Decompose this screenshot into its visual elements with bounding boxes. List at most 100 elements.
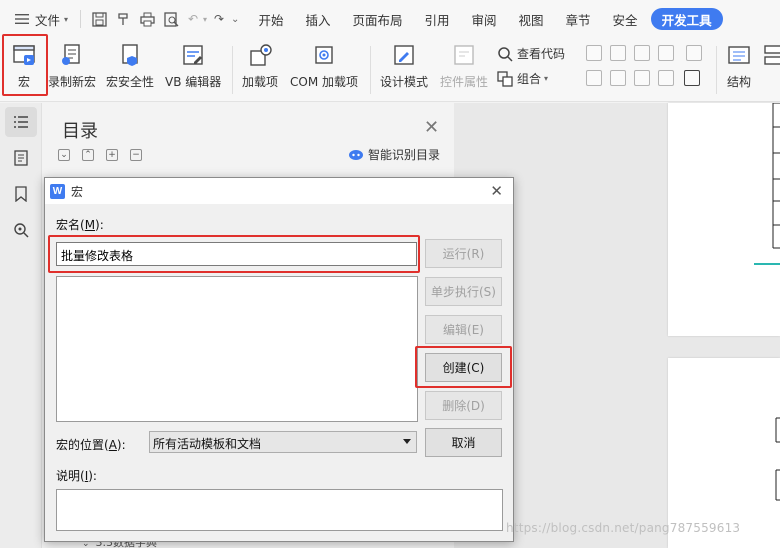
tab-references[interactable]: 引用 <box>413 5 460 33</box>
macro-security-icon <box>117 42 143 68</box>
design-mode-icon <box>391 42 417 68</box>
ribbon-overflow-button[interactable] <box>760 42 780 73</box>
toc-title: 目录 <box>62 121 98 142</box>
macro-name-highlight-box <box>48 235 420 273</box>
control-text-icon[interactable] <box>586 45 602 61</box>
bookmark-icon <box>15 186 27 202</box>
document-table <box>775 417 780 501</box>
com-addin-icon <box>311 42 337 68</box>
smart-recognize-icon <box>349 149 363 160</box>
control-richtext-icon[interactable] <box>610 45 626 61</box>
structure-icon <box>726 42 752 68</box>
redo-icon[interactable]: ↷ <box>211 11 227 27</box>
control-properties-button[interactable]: 控件属性 <box>440 42 488 90</box>
addin-icon <box>247 42 273 68</box>
cancel-button[interactable]: 取消 <box>425 428 502 457</box>
file-menu-label: 文件 <box>35 12 61 28</box>
description-textbox[interactable] <box>56 489 503 531</box>
macro-dialog: W 宏 ✕ 宏名(M): 批量修改表格 运行(R) 单步执行(S) 编辑(E) … <box>44 177 514 542</box>
undo-icon[interactable]: ↶ <box>185 11 201 27</box>
list-icon <box>14 116 28 128</box>
wps-logo-icon: W <box>50 183 65 199</box>
remove-level-icon[interactable]: − <box>130 149 142 161</box>
chevron-down-icon: ▾ <box>64 14 69 24</box>
tab-security[interactable]: 安全 <box>602 5 649 33</box>
macro-name-label: 宏名(M): <box>56 218 104 232</box>
print-icon[interactable] <box>139 11 155 27</box>
save-icon[interactable] <box>91 11 107 27</box>
tab-view[interactable]: 视图 <box>508 5 555 33</box>
edit-button[interactable]: 编辑(E) <box>425 315 502 344</box>
document-icon <box>14 150 28 166</box>
vb-editor-button[interactable]: VB 编辑器 <box>165 42 221 90</box>
ribbon-separator <box>370 46 371 94</box>
control-combo-icon[interactable] <box>610 70 626 86</box>
record-macro-button[interactable]: 录制新宏 <box>48 42 96 90</box>
document-nav-button[interactable] <box>5 143 37 173</box>
document-table <box>754 103 780 265</box>
print-preview-icon[interactable] <box>163 11 179 27</box>
document-page <box>668 103 780 336</box>
tab-developer[interactable]: 开发工具 <box>650 8 723 30</box>
control-mail-icon[interactable] <box>686 45 702 61</box>
collapse-all-icon[interactable]: ⌄ <box>58 149 70 161</box>
control-check-icon[interactable] <box>658 45 674 61</box>
step-into-button[interactable]: 单步执行(S) <box>425 277 502 306</box>
vb-editor-icon <box>180 42 206 68</box>
tab-page-layout[interactable]: 页面布局 <box>341 5 413 33</box>
design-mode-button[interactable]: 设计模式 <box>380 42 428 90</box>
bookmark-nav-button[interactable] <box>5 179 37 209</box>
macro-highlight-box <box>2 34 48 96</box>
tab-review[interactable]: 审阅 <box>461 5 508 33</box>
structure-label: 结构 <box>726 75 751 89</box>
control-dropdown-icon[interactable] <box>684 70 700 86</box>
view-code-label: 查看代码 <box>517 47 566 61</box>
dialog-title: 宏 <box>71 184 84 199</box>
view-code-button[interactable]: 查看代码 <box>497 45 565 62</box>
separator <box>80 10 82 28</box>
find-nav-button[interactable] <box>5 215 37 245</box>
watermark-text: https://blog.csdn.net/pang787559613 <box>506 521 741 535</box>
description-label: 说明(I): <box>56 469 97 483</box>
combine-button[interactable]: 组合 ▾ <box>497 70 548 87</box>
tab-insert[interactable]: 插入 <box>294 5 341 33</box>
control-date-icon[interactable] <box>634 70 650 86</box>
delete-button[interactable]: 删除(D) <box>425 391 502 420</box>
file-menu[interactable]: 文件 ▾ <box>8 5 74 33</box>
tab-start[interactable]: 开始 <box>247 5 294 33</box>
vb-editor-label: VB 编辑器 <box>165 75 222 89</box>
schema-icon <box>760 42 780 68</box>
macro-location-select[interactable]: 所有活动模板和文档 <box>149 431 417 453</box>
dialog-titlebar: W 宏 ✕ <box>45 178 513 204</box>
chevron-down-icon: ⌄ <box>231 13 240 25</box>
control-list-icon[interactable] <box>586 70 602 86</box>
combine-icon <box>497 70 513 87</box>
smart-recognize-button[interactable]: 智能识别目录 <box>348 146 440 163</box>
structure-button[interactable]: 结构 <box>726 42 752 90</box>
run-button[interactable]: 运行(R) <box>425 239 502 268</box>
macro-list[interactable] <box>56 276 418 422</box>
macro-security-button[interactable]: 宏安全性 <box>106 42 154 90</box>
chevron-down-icon: ▾ <box>203 14 208 24</box>
combine-label: 组合 <box>517 72 542 86</box>
com-addin-label: COM 加载项 <box>290 75 358 89</box>
toc-nav-button[interactable] <box>5 107 37 137</box>
addin-button[interactable]: 加载项 <box>242 42 278 90</box>
dialog-body: 宏名(M): 批量修改表格 运行(R) 单步执行(S) 编辑(E) 创建(C) … <box>45 204 513 541</box>
control-grid-icon[interactable] <box>658 70 674 86</box>
close-icon[interactable]: ✕ <box>424 117 439 138</box>
add-level-icon[interactable]: + <box>106 149 118 161</box>
document-page <box>668 358 780 548</box>
smart-recognize-label: 智能识别目录 <box>368 148 441 162</box>
tab-section[interactable]: 章节 <box>555 5 602 33</box>
design-mode-label: 设计模式 <box>380 75 429 89</box>
format-painter-icon[interactable] <box>115 11 131 27</box>
ribbon-separator <box>232 46 233 94</box>
close-icon[interactable]: ✕ <box>490 182 503 200</box>
chevron-down-icon: ▾ <box>544 74 549 83</box>
ribbon-separator <box>716 46 717 94</box>
control-image-icon[interactable] <box>634 45 650 61</box>
expand-all-icon[interactable]: ⌃ <box>82 149 94 161</box>
record-macro-icon <box>59 42 85 68</box>
com-addin-button[interactable]: COM 加载项 <box>290 42 358 90</box>
